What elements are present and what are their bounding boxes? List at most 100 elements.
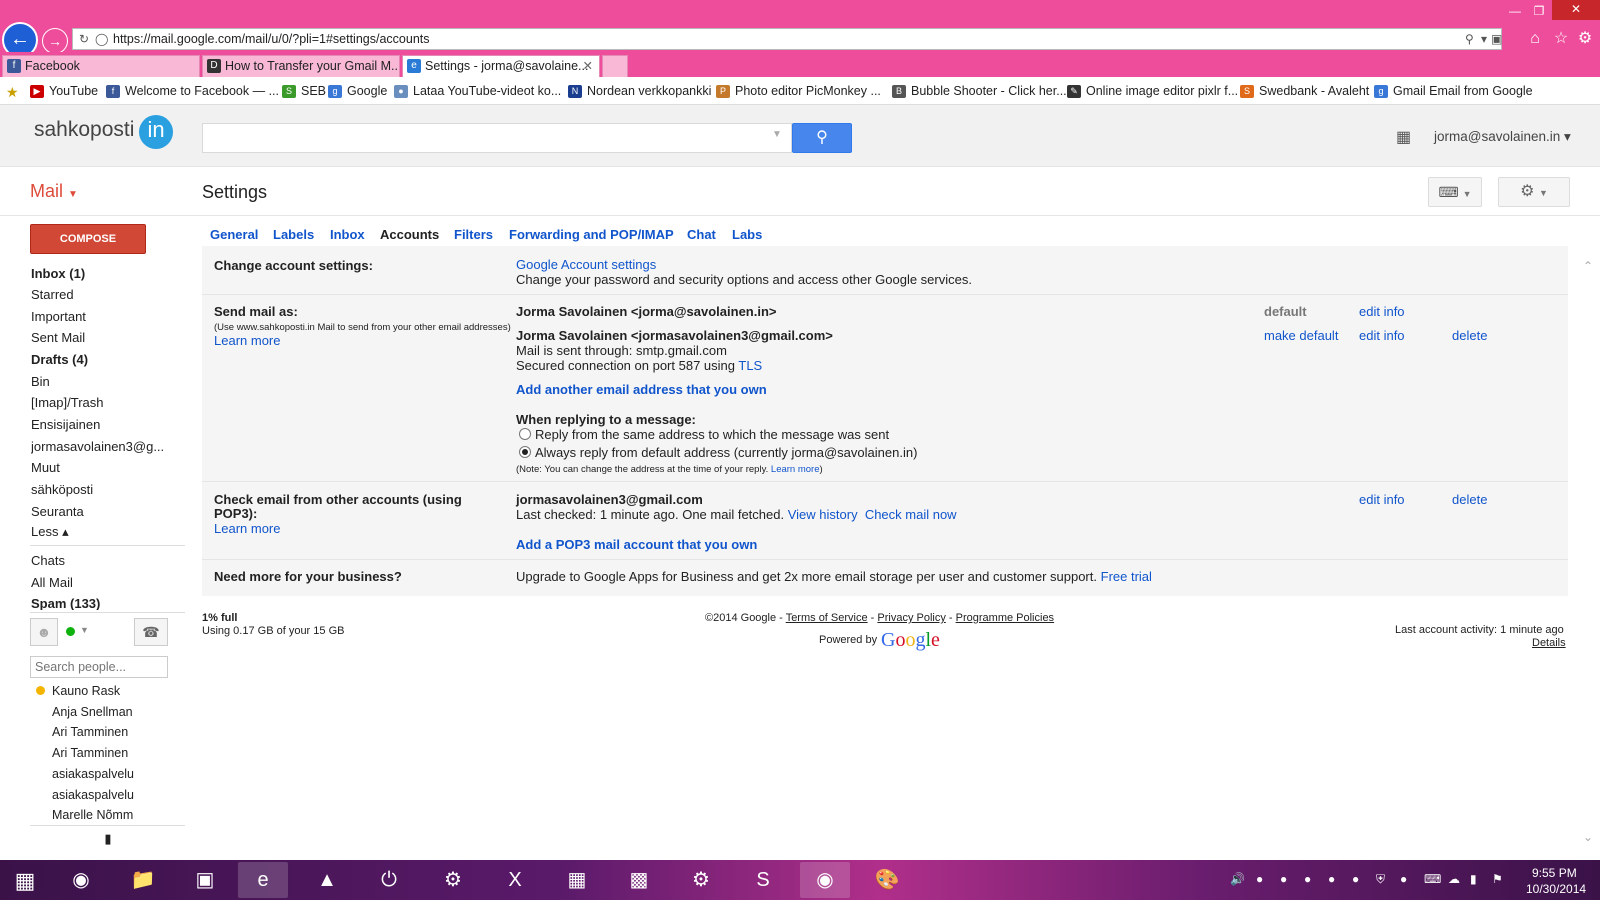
nav-item-inbox[interactable]: Inbox (1) [31, 266, 171, 281]
add-email-address-link[interactable]: Add another email address that you own [516, 382, 767, 397]
browser-tab-facebook[interactable]: f Facebook [2, 55, 200, 77]
clock-date[interactable]: 10/30/2014 [1526, 882, 1586, 896]
delete-link[interactable]: delete [1452, 492, 1487, 507]
reply-same-label[interactable]: Reply from the same address to which the… [535, 427, 889, 442]
tray-app-icon[interactable]: ● [1352, 872, 1359, 886]
add-pop3-link[interactable]: Add a POP3 mail account that you own [516, 537, 757, 552]
tab-chat[interactable]: Chat [687, 227, 716, 242]
learn-more-link[interactable]: Learn more [214, 333, 280, 348]
search-options-icon[interactable]: ▼ [772, 129, 782, 140]
contact-item[interactable]: Ari Tamminen [52, 746, 128, 760]
scroll-up-icon[interactable]: ⌃ [1583, 259, 1593, 273]
tab-general[interactable]: General [210, 227, 258, 242]
chrome-icon[interactable]: ◉ [800, 862, 850, 898]
chat-bubble-icon[interactable]: ▮ [94, 828, 122, 850]
contact-item[interactable]: asiakaspalvelu [52, 767, 134, 781]
close-window-button[interactable]: ✕ [1552, 0, 1600, 20]
contact-item[interactable]: Anja Snellman [52, 705, 133, 719]
tray-app-icon[interactable]: ● [1256, 872, 1263, 886]
search-button[interactable]: ⚲ [792, 123, 852, 153]
volume-icon[interactable]: 🔊 [1230, 872, 1245, 886]
tab-labs[interactable]: Labs [732, 227, 762, 242]
reply-same-radio[interactable] [519, 428, 531, 440]
nav-item-important[interactable]: Important [31, 309, 171, 324]
favorite-nordea[interactable]: N Nordean verkkopankki [568, 84, 711, 98]
favorite-pixlr[interactable]: ✎ Online image editor pixlr f... [1067, 84, 1238, 98]
calculator-icon[interactable]: ▦ [552, 862, 602, 898]
keyboard-icon[interactable]: ⌨ [1424, 872, 1441, 886]
status-indicator[interactable] [66, 627, 75, 636]
contact-item[interactable]: Kauno Rask [52, 684, 120, 698]
nav-item-all-mail[interactable]: All Mail [31, 575, 171, 590]
favorite-swedbank[interactable]: S Swedbank - Avaleht [1240, 84, 1369, 98]
terms-link[interactable]: Terms of Service [786, 612, 868, 624]
nav-item-spam[interactable]: Spam (133) [31, 596, 171, 610]
system-tool-icon[interactable]: ⚙ [676, 862, 726, 898]
details-link[interactable]: Details [1532, 637, 1566, 649]
new-tab-button[interactable] [602, 55, 628, 77]
clock-time[interactable]: 9:55 PM [1532, 866, 1577, 880]
input-tools-button[interactable]: ⌨ ▼ [1428, 177, 1482, 207]
google-account-settings-link[interactable]: Google Account settings [516, 257, 656, 272]
paint-icon[interactable]: 🎨 [862, 862, 912, 898]
tray-app-icon[interactable]: ● [1328, 872, 1335, 886]
shield-icon[interactable]: ⛨ [1376, 872, 1385, 887]
contact-item[interactable]: Ari Tamminen [52, 725, 128, 739]
network-icon[interactable]: ▮ [1470, 872, 1477, 886]
tls-link[interactable]: TLS [738, 358, 762, 373]
favorite-gmail[interactable]: g Gmail Email from Google [1374, 84, 1533, 98]
nav-item-sent[interactable]: Sent Mail [31, 330, 171, 345]
skype-icon[interactable]: S [738, 862, 788, 898]
logo-text[interactable]: sahkoposti [34, 118, 134, 142]
star-icon[interactable]: ☆ [1550, 28, 1572, 50]
reply-default-label[interactable]: Always reply from default address (curre… [535, 445, 917, 460]
chevron-down-icon[interactable]: ▾ [1481, 29, 1487, 49]
learn-more-link[interactable]: Learn more [771, 464, 820, 475]
excel-icon[interactable]: X [490, 862, 540, 898]
account-menu[interactable]: jorma@savolainen.in ▾ [1434, 129, 1571, 145]
nav-item-drafts[interactable]: Drafts (4) [31, 352, 171, 367]
tab-accounts[interactable]: Accounts [380, 227, 439, 242]
nav-item-ensisijainen[interactable]: Ensisijainen [31, 417, 171, 432]
edit-info-link[interactable]: edit info [1359, 492, 1405, 507]
tab-forwarding[interactable]: Forwarding and POP/IMAP [509, 227, 674, 242]
settings-app-icon[interactable]: ⚙ [428, 862, 478, 898]
phone-icon[interactable]: ☎ [134, 618, 168, 646]
tab-inbox[interactable]: Inbox [330, 227, 365, 242]
forward-button[interactable]: → [42, 28, 68, 54]
search-icon[interactable]: ⚲ [1465, 29, 1474, 49]
nav-item-chats[interactable]: Chats [31, 553, 171, 568]
minimize-icon[interactable]: — [1504, 2, 1526, 20]
tab-filters[interactable]: Filters [454, 227, 493, 242]
home-icon[interactable]: ⌂ [1524, 28, 1546, 50]
view-history-link[interactable]: View history [788, 507, 858, 522]
browser-tab-transfer-gmail[interactable]: D How to Transfer your Gmail M... [202, 55, 400, 77]
minecraft-icon[interactable]: ▣ [180, 862, 230, 898]
search-people-input[interactable] [30, 656, 168, 678]
compose-button[interactable]: COMPOSE [30, 224, 146, 254]
nav-item-jormasavolainen3[interactable]: jormasavolainen3@g... [31, 439, 171, 454]
favorite-picmonkey[interactable]: P Photo editor PicMonkey ... [716, 84, 881, 98]
contact-item[interactable]: Marelle Nõmm [52, 808, 133, 822]
contact-item[interactable]: asiakaspalvelu [52, 788, 134, 802]
favorite-lataa-youtube[interactable]: ● Lataa YouTube-videot ko... [394, 84, 561, 98]
add-favorite-icon[interactable]: ★ [6, 84, 19, 101]
nav-less-toggle[interactable]: Less ▴ [31, 524, 171, 540]
favorite-youtube[interactable]: ▶ YouTube [30, 84, 98, 98]
make-default-link[interactable]: make default [1264, 328, 1338, 343]
avatar[interactable]: ☻ [30, 618, 58, 646]
browser-tab-settings[interactable]: e Settings - jorma@savolaine... ✕ [402, 55, 600, 77]
logo-badge[interactable]: in [139, 115, 173, 149]
reply-default-radio[interactable] [519, 446, 531, 458]
restore-icon[interactable]: ❐ [1528, 2, 1550, 20]
file-explorer-icon[interactable]: 📁 [118, 862, 168, 898]
windows-start-icon[interactable]: ▦ [12, 868, 38, 894]
nav-item-bin[interactable]: Bin [31, 374, 171, 389]
learn-more-link[interactable]: Learn more [214, 521, 280, 536]
favorite-bubble-shooter[interactable]: B Bubble Shooter - Click her... [892, 84, 1067, 98]
flag-icon[interactable]: ⚑ [1492, 872, 1503, 886]
apps-grid-icon[interactable]: ▦ [1396, 128, 1416, 148]
speaker-app-icon[interactable]: ◉ [56, 862, 106, 898]
close-tab-icon[interactable]: ✕ [583, 56, 593, 76]
gear-icon[interactable]: ⚙ [1574, 28, 1596, 50]
